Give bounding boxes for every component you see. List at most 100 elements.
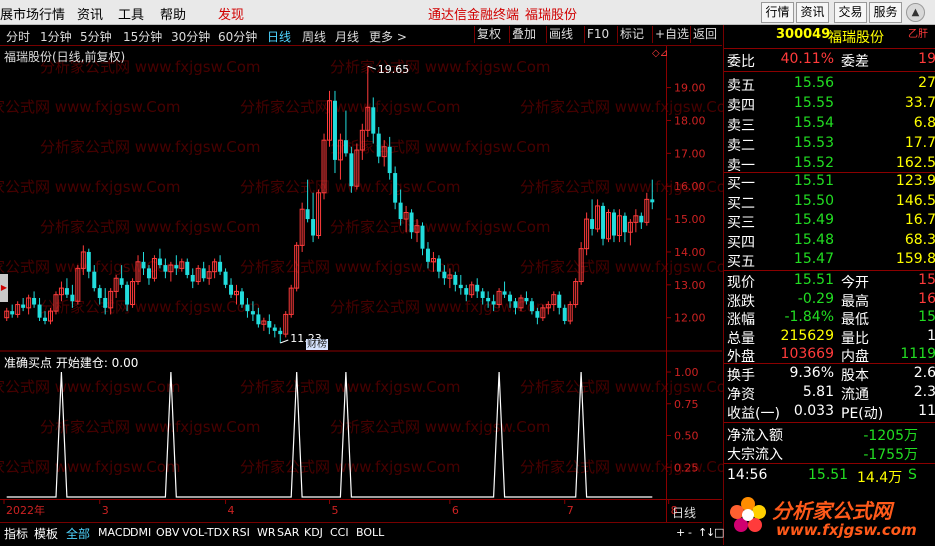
sell-level-price: 15.55 xyxy=(793,95,834,111)
period-60min[interactable]: 60分钟 xyxy=(218,28,257,45)
menu-market[interactable]: 展市场行情 xyxy=(0,4,65,23)
stock-name: 福瑞股份 xyxy=(828,30,884,46)
zoom-out-button[interactable]: - xyxy=(688,526,692,539)
period-15min[interactable]: 15分钟 xyxy=(123,28,162,45)
indicator-tabs: 指标 模板 全部 MACD DMI OBV VOL-TDX RSI WR SAR… xyxy=(0,522,724,546)
period-month[interactable]: 月线 xyxy=(335,28,359,45)
buy-level-label: 买二 xyxy=(727,195,755,212)
tab-indicator[interactable]: 指标 xyxy=(4,525,28,542)
f10-button[interactable]: F10 xyxy=(584,26,611,43)
buy-level-volume: 123.9 xyxy=(895,173,935,189)
zoom-in-button[interactable]: + xyxy=(676,526,685,539)
sell-level-price: 15.52 xyxy=(793,155,834,171)
collapse-icon[interactable]: ▲ xyxy=(906,3,925,22)
fuquan-button[interactable]: 复权 xyxy=(474,26,503,43)
period-day[interactable]: 日线 xyxy=(267,28,291,45)
stat-value: 15.51 xyxy=(793,272,834,288)
tab-wr[interactable]: WR xyxy=(257,526,276,539)
sell-level-row[interactable]: 卖五 15.56 27 xyxy=(724,75,935,94)
tab-cci[interactable]: CCI xyxy=(330,526,349,539)
tab-kdj[interactable]: KDJ xyxy=(304,526,323,539)
site-logo: 分析家公式网 www.fxjgsw.com xyxy=(724,487,935,545)
service-button[interactable]: 服务 xyxy=(869,2,902,23)
candle-body xyxy=(86,251,91,272)
tab-rsi[interactable]: RSI xyxy=(232,526,250,539)
quote-button[interactable]: 行情 xyxy=(761,2,794,23)
fundamental-value: 2.3 xyxy=(913,384,935,400)
tab-macd[interactable]: MACD xyxy=(98,526,131,539)
y-tick-label: 12.00 xyxy=(674,312,706,325)
logo-flower-icon xyxy=(730,497,766,532)
window-button[interactable]: □ xyxy=(714,526,724,539)
period-5min[interactable]: 5分钟 xyxy=(80,28,112,45)
buy-level-row[interactable]: 买三 15.49 16.7 xyxy=(724,212,935,231)
menu-tools[interactable]: 工具 xyxy=(118,4,144,23)
y-tick-label: 16.00 xyxy=(674,180,706,193)
buy-level-row[interactable]: 买一 15.51 123.9 xyxy=(724,173,935,192)
buy-level-row[interactable]: 买二 15.50 146.5 xyxy=(724,193,935,212)
stock-link[interactable]: 福瑞股份 xyxy=(525,4,577,23)
kline-chart-area[interactable]: 分析家公式网 www.fxjgsw.Com 分析家公式网 www.fxjgsw.… xyxy=(0,46,741,522)
stat-value: 15 xyxy=(918,309,935,325)
panel-toggle-icon[interactable]: ◇⊿ xyxy=(652,48,668,59)
news-button[interactable]: 资讯 xyxy=(796,2,829,23)
candle-body xyxy=(480,291,485,298)
mark-button[interactable]: 标记 xyxy=(617,26,646,43)
candle-body xyxy=(650,199,655,203)
period-minute[interactable]: 分时 xyxy=(6,28,30,45)
fundamental-row: 净资 5.81 流通 2.3 xyxy=(724,384,935,403)
candle-body xyxy=(250,311,255,315)
concept-tag[interactable]: 乙肝 xyxy=(908,25,928,40)
add-watchlist-button[interactable]: +自选 xyxy=(652,26,691,43)
buy-level-row[interactable]: 买五 15.47 159.8 xyxy=(724,251,935,270)
menu-help[interactable]: 帮助 xyxy=(160,4,186,23)
candlestick-svg[interactable]: 19.00 18.00 17.00 16.00 15.00 14.00 13.00 12.00… xyxy=(0,46,722,522)
candle-body xyxy=(97,288,102,298)
overlay-button[interactable]: 叠加 xyxy=(509,26,538,43)
terminal-link[interactable]: 通达信金融终端 xyxy=(428,4,519,23)
candle-body xyxy=(201,268,206,279)
side-toggle-icon[interactable]: ▶ xyxy=(0,274,8,302)
tab-dmi[interactable]: DMI xyxy=(130,526,151,539)
period-30min[interactable]: 30分钟 xyxy=(171,28,210,45)
candle-body xyxy=(64,288,69,295)
signal-line xyxy=(6,371,653,498)
candle-body xyxy=(37,304,42,318)
period-week[interactable]: 周线 xyxy=(302,28,326,45)
buy-level-row[interactable]: 买四 15.48 68.3 xyxy=(724,232,935,251)
draw-line-button[interactable]: 画线 xyxy=(546,26,575,43)
candle-body xyxy=(622,215,627,233)
tab-vol-tdx[interactable]: VOL-TDX xyxy=(182,526,230,539)
fundamental-label: 收益(一) xyxy=(727,406,780,422)
tab-boll[interactable]: BOLL xyxy=(356,526,384,539)
sell-level-row[interactable]: 卖三 15.54 6.8 xyxy=(724,115,935,134)
candle-body xyxy=(32,297,37,305)
tab-all[interactable]: 全部 xyxy=(66,525,90,542)
trade-button[interactable]: 交易 xyxy=(834,2,867,23)
tab-obv[interactable]: OBV xyxy=(156,526,179,539)
sell-level-volume: 6.8 xyxy=(913,115,935,131)
candle-body xyxy=(464,288,469,295)
candle-body xyxy=(70,294,75,302)
y-tick-label: 13.00 xyxy=(674,279,706,292)
candle-body xyxy=(529,301,534,312)
candle-body xyxy=(278,330,283,335)
menu-discover[interactable]: 发现 xyxy=(218,4,244,23)
tab-sar[interactable]: SAR xyxy=(277,526,299,539)
quote-panel: 300049 福瑞股份 乙肝 委比 40.11% 委差 19 卖五 15.56 27… xyxy=(723,25,935,545)
fundamental-label: PE(动) xyxy=(841,406,884,422)
candle-body xyxy=(218,261,223,272)
buy-level-label: 买五 xyxy=(727,254,755,270)
candle-body xyxy=(103,297,108,308)
menu-info[interactable]: 资讯 xyxy=(77,4,103,23)
period-more[interactable]: 更多 > xyxy=(369,28,407,45)
tab-template[interactable]: 模板 xyxy=(34,525,58,542)
sell-level-row[interactable]: 卖四 15.55 33.7 xyxy=(724,95,935,114)
back-button[interactable]: 返回 xyxy=(690,26,719,43)
fundamental-value: 9.36% xyxy=(789,365,834,381)
stat-value: 1 xyxy=(927,327,935,344)
period-1min[interactable]: 1分钟 xyxy=(40,28,72,45)
sell-level-row[interactable]: 卖二 15.53 17.7 xyxy=(724,135,935,154)
flow-row: 大宗流入 -1755万 xyxy=(724,444,935,463)
candle-body xyxy=(349,153,354,187)
